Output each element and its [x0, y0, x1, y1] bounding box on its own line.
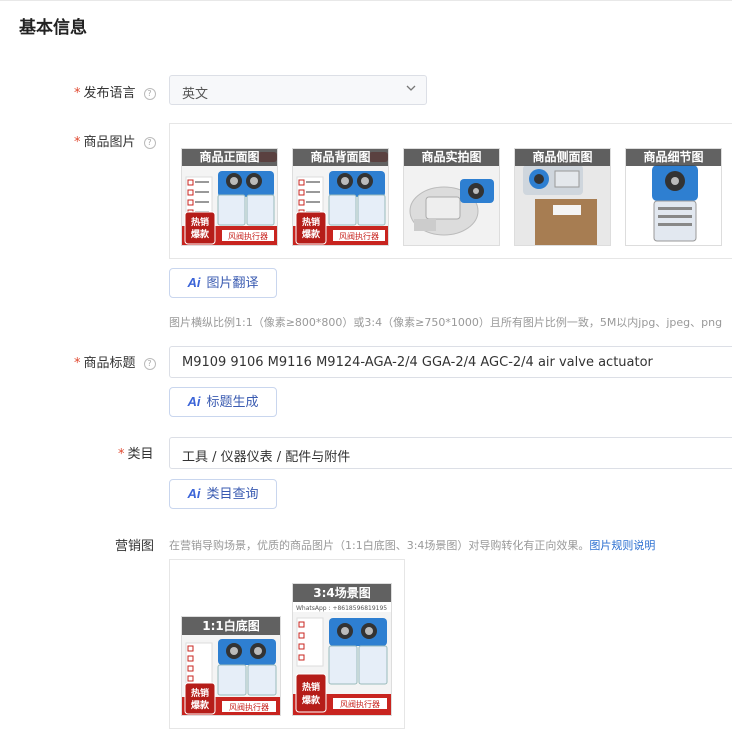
thumb-caption: 商品细节图 — [626, 149, 721, 166]
product-thumb-front[interactable]: 热销 爆款 风阀执行器 商品正面图 — [181, 148, 278, 246]
thumb-caption: 商品背面图 — [293, 149, 388, 166]
category-input[interactable]: 工具 / 仪器仪表 / 配件与附件 — [169, 437, 732, 469]
product-card-image: WhatsApp : +8618596819195 热销 爆款 风阀执行器 — [293, 584, 391, 715]
required-mark: * — [74, 356, 81, 371]
thumb-caption: 商品侧面图 — [515, 149, 610, 166]
image-rules-link[interactable]: 图片规则说明 — [589, 539, 655, 552]
language-label: 发布语言 — [83, 86, 136, 101]
required-mark: * — [74, 135, 81, 150]
product-thumb-back[interactable]: 热销 爆款 风阀执行器 商品背面图 — [292, 148, 389, 246]
ai-icon: Ai — [187, 275, 201, 290]
image-requirements-hint: 图片横纵比例1:1（像素≥800*800）或3:4（像素≥750*1000）且所… — [169, 316, 723, 329]
section-title: 基本信息 — [19, 18, 87, 38]
category-query-label: 类目查询 — [206, 487, 259, 502]
help-icon[interactable]: ? — [143, 137, 156, 149]
marketing-thumb-white[interactable]: 热销 爆款 风阀执行器 1:1白底图 — [181, 616, 281, 716]
language-select-value: 英文 — [182, 87, 209, 102]
product-images-label: 商品图片 — [83, 135, 136, 150]
promo-line-2: 爆款 — [302, 694, 321, 706]
ai-icon: Ai — [187, 486, 201, 501]
language-label-row: * 发布语言? — [74, 82, 156, 101]
image-translate-button[interactable]: Ai 图片翻译 — [169, 268, 277, 298]
ai-icon: Ai — [187, 394, 201, 409]
marketing-thumb-scene[interactable]: WhatsApp : +8618596819195 热销 爆款 风阀执行器 3:… — [292, 583, 392, 716]
promo-line-2: 爆款 — [191, 699, 210, 711]
product-title-label-row: * 商品标题? — [74, 352, 156, 371]
product-title-input[interactable]: M9109 9106 M9116 M9124-AGA-2/4 GGA-2/4 A… — [169, 346, 732, 378]
required-mark: * — [118, 447, 125, 462]
marketing-description: 在营销导购场景，优质的商品图片（1:1白底图、3:4场景图）对导购转化有正向效果… — [169, 537, 655, 553]
product-thumb-side[interactable]: 商品侧面图 — [514, 148, 611, 246]
product-name-text: 风阀执行器 — [228, 231, 268, 241]
promo-line-1: 热销 — [302, 216, 320, 228]
category-value: 工具 / 仪器仪表 / 配件与附件 — [182, 450, 351, 465]
product-thumb-real[interactable]: 商品实拍图 — [403, 148, 500, 246]
product-thumb-detail[interactable]: 商品细节图 — [625, 148, 722, 246]
thumb-caption: 3:4场景图 — [293, 584, 391, 602]
required-mark: * — [74, 86, 81, 101]
promo-line-1: 热销 — [302, 681, 320, 693]
category-label: 类目 — [127, 447, 154, 462]
promo-line-1: 热销 — [191, 216, 209, 228]
chevron-down-icon — [406, 82, 416, 97]
product-name-text: 风阀执行器 — [229, 702, 269, 712]
marketing-label: 营销图 — [115, 539, 155, 554]
language-select[interactable]: 英文 — [169, 75, 427, 105]
whatsapp-text: WhatsApp : +8618596819195 — [296, 605, 387, 612]
promo-line-1: 热销 — [191, 687, 209, 699]
product-images-label-row: * 商品图片? — [74, 131, 156, 150]
promo-line-2: 爆款 — [191, 228, 210, 240]
category-label-row: * 类目 — [118, 443, 154, 462]
promo-line-2: 爆款 — [302, 228, 321, 240]
top-divider — [0, 0, 732, 1]
product-title-label: 商品标题 — [83, 356, 136, 371]
image-translate-label: 图片翻译 — [206, 276, 259, 291]
thumb-caption: 1:1白底图 — [182, 617, 280, 635]
title-generate-label: 标题生成 — [206, 395, 259, 410]
title-generate-button[interactable]: Ai 标题生成 — [169, 387, 277, 417]
help-icon[interactable]: ? — [143, 88, 156, 100]
category-query-button[interactable]: Ai 类目查询 — [169, 479, 277, 509]
product-name-text: 风阀执行器 — [340, 699, 380, 709]
help-icon[interactable]: ? — [143, 358, 156, 370]
marketing-description-text: 在营销导购场景，优质的商品图片（1:1白底图、3:4场景图）对导购转化有正向效果… — [169, 539, 590, 552]
product-title-value: M9109 9106 M9116 M9124-AGA-2/4 GGA-2/4 A… — [182, 355, 653, 370]
thumb-caption: 商品正面图 — [182, 149, 277, 166]
thumb-caption: 商品实拍图 — [404, 149, 499, 166]
product-name-text: 风阀执行器 — [339, 231, 379, 241]
